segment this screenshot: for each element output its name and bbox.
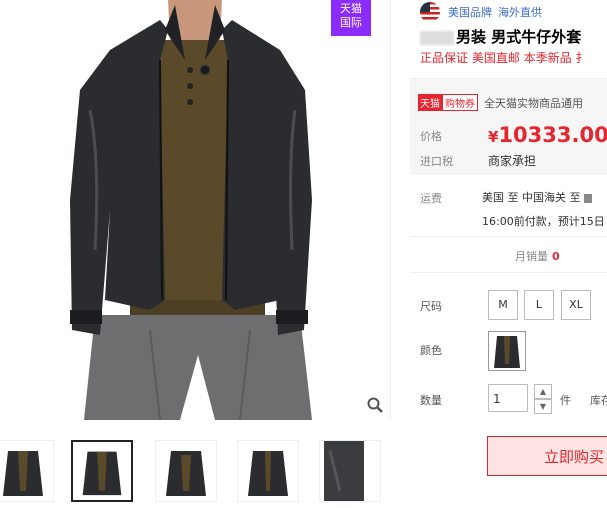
monthly-sales: 月销量 0: [515, 248, 560, 264]
quantity-decrease-button[interactable]: ▼: [534, 399, 552, 414]
coupon-text: 全天猫实物商品通用: [484, 96, 583, 110]
size-option-xl[interactable]: XL: [561, 290, 591, 320]
tmall-badge-line2: 国际: [340, 16, 362, 29]
magnifier-icon[interactable]: [366, 396, 384, 414]
shipping-route-text: 美国 至 中国海关 至: [482, 191, 581, 204]
thumbnail-1[interactable]: [0, 440, 54, 502]
product-tags: 正品保证 美国直邮 本季新品 扌: [420, 51, 588, 65]
coupon-row[interactable]: 天猫 购物券 全天猫实物商品通用: [418, 94, 583, 111]
product-detail-panel: 美国品牌 海外直供 男装 男式牛仔外套 正品保证 美国直邮 本季新品 扌 天猫购…: [410, 0, 607, 508]
brand-origin-link[interactable]: 美国品牌: [448, 4, 492, 20]
blurred-brand-name: [420, 30, 454, 45]
shipping-route: 美国 至 中国海关 至: [482, 189, 592, 205]
price-amount: 10333.00: [498, 123, 607, 147]
color-option-swatch[interactable]: [488, 331, 526, 371]
tmall-global-badge: 天猫 国际: [331, 0, 371, 36]
product-gallery: 天猫 国际: [0, 0, 391, 420]
quantity-label: 数量: [420, 394, 442, 407]
monthly-sales-label: 月销量: [515, 250, 548, 263]
stock-label: 库存: [590, 394, 607, 407]
product-title-text: 男装 男式牛仔外套: [456, 28, 582, 46]
shipping-label: 运费: [420, 192, 442, 205]
thumbnail-strip: [0, 440, 390, 504]
quantity-increase-button[interactable]: ▲: [534, 384, 552, 399]
coupon-tag: 购物券: [442, 94, 478, 111]
brand-row: 美国品牌 海外直供: [420, 2, 542, 22]
thumbnail-3[interactable]: [155, 440, 217, 502]
currency-symbol: ¥: [488, 128, 499, 146]
truck-icon: [584, 193, 592, 203]
brand-shipping-link[interactable]: 海外直供: [498, 4, 542, 20]
price-value: ¥10333.00: [488, 123, 607, 147]
shipping-eta: 16:00前付款，预计15日: [482, 215, 605, 228]
size-option-l[interactable]: L: [524, 290, 554, 320]
size-option-m[interactable]: M: [488, 290, 518, 320]
tmall-badge-line1: 天猫: [340, 2, 362, 15]
import-tax-value: 商家承担: [488, 154, 537, 168]
us-flag-icon: [420, 2, 440, 22]
thumbnail-5[interactable]: [319, 440, 381, 502]
tmall-tag: 天猫: [418, 94, 442, 111]
product-main-image[interactable]: [0, 0, 390, 420]
import-tax-label: 进口税: [420, 155, 453, 168]
quantity-input[interactable]: 1: [488, 384, 528, 412]
price-label: 价格: [420, 130, 442, 143]
product-title: 男装 男式牛仔外套: [420, 26, 581, 47]
thumbnail-2[interactable]: [71, 440, 133, 502]
buy-now-button[interactable]: 立即购买: [487, 436, 607, 476]
monthly-sales-value: 0: [552, 250, 560, 263]
color-label: 颜色: [420, 344, 442, 357]
size-label: 尺码: [420, 300, 442, 313]
quantity-unit: 件: [560, 394, 571, 407]
thumbnail-4[interactable]: [237, 440, 299, 502]
divider-top: [410, 236, 607, 237]
divider-bottom: [410, 272, 607, 273]
price-box: 天猫 购物券 全天猫实物商品通用 价格 ¥10333.00 进口税 商家承担: [410, 78, 607, 175]
